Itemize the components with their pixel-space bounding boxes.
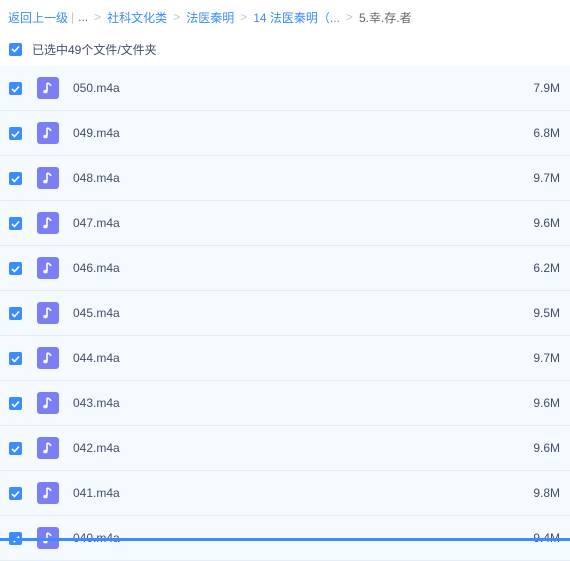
breadcrumb-current: 5.幸.存.者 <box>358 10 412 25</box>
check-icon <box>11 400 20 408</box>
file-name[interactable]: 046.m4a <box>73 261 120 275</box>
file-row[interactable]: 046.m4a 6.2M <box>0 246 570 291</box>
file-name[interactable]: 041.m4a <box>73 486 120 500</box>
check-icon <box>11 85 20 93</box>
file-size: 9.5M <box>533 306 560 320</box>
file-checkbox[interactable] <box>9 442 22 455</box>
select-all-checkbox[interactable] <box>9 42 22 56</box>
file-size: 7.9M <box>533 81 560 95</box>
breadcrumb-divider: | <box>71 10 75 24</box>
file-checkbox[interactable] <box>9 307 22 320</box>
back-link[interactable]: 返回上一级 <box>8 9 68 26</box>
breadcrumb-item[interactable]: 社科文化类 <box>107 9 167 26</box>
file-size: 6.2M <box>533 261 560 275</box>
file-name[interactable]: 044.m4a <box>73 351 120 365</box>
check-icon <box>11 310 20 318</box>
file-checkbox[interactable] <box>9 82 22 95</box>
file-name[interactable]: 050.m4a <box>73 81 120 95</box>
breadcrumb-item[interactable]: 法医秦明 <box>186 9 234 26</box>
check-icon <box>11 445 20 453</box>
audio-file-icon <box>37 302 59 324</box>
check-icon <box>11 490 20 498</box>
audio-file-icon <box>37 257 59 279</box>
select-all-bar: 已选中49个文件/文件夹 <box>0 34 570 64</box>
file-checkbox[interactable] <box>9 217 22 230</box>
file-size: 9.7M <box>533 171 560 185</box>
file-list: 050.m4a 7.9M 049.m4a 6.8M 048.m4a 9.7M 047.m4a… <box>0 66 570 561</box>
audio-file-icon <box>37 167 59 189</box>
check-icon <box>11 130 20 138</box>
chevron-right-icon: > <box>345 10 353 24</box>
audio-file-icon <box>37 437 59 459</box>
file-name[interactable]: 042.m4a <box>73 441 120 455</box>
check-icon <box>11 175 20 183</box>
file-checkbox[interactable] <box>9 352 22 365</box>
audio-file-icon <box>37 77 59 99</box>
file-name[interactable]: 045.m4a <box>73 306 120 320</box>
file-row[interactable]: 042.m4a 9.6M <box>0 426 570 471</box>
audio-file-icon <box>37 122 59 144</box>
breadcrumb-ellipsis[interactable]: ... <box>78 10 88 24</box>
file-row[interactable]: 049.m4a 6.8M <box>0 111 570 156</box>
file-checkbox[interactable] <box>9 487 22 500</box>
file-row[interactable]: 045.m4a 9.5M <box>0 291 570 336</box>
check-icon <box>11 355 20 363</box>
file-size: 9.6M <box>533 396 560 410</box>
selection-count-label: 已选中49个文件/文件夹 <box>32 42 157 57</box>
audio-file-icon <box>37 347 59 369</box>
file-checkbox[interactable] <box>9 397 22 410</box>
file-name[interactable]: 049.m4a <box>73 126 120 140</box>
file-row[interactable]: 041.m4a 9.8M <box>0 471 570 516</box>
file-row[interactable]: 044.m4a 9.7M <box>0 336 570 381</box>
audio-file-icon <box>37 212 59 234</box>
breadcrumb: 返回上一级 | ... > 社科文化类 > 法医秦明 > 14 法医秦明（...… <box>0 0 570 34</box>
file-checkbox[interactable] <box>9 172 22 185</box>
check-icon <box>11 265 20 273</box>
chevron-right-icon: > <box>94 10 102 24</box>
file-size: 9.6M <box>533 216 560 230</box>
file-name[interactable]: 048.m4a <box>73 171 120 185</box>
check-icon <box>11 45 20 53</box>
file-name[interactable]: 047.m4a <box>73 216 120 230</box>
breadcrumb-item[interactable]: 14 法医秦明（... <box>253 9 340 26</box>
chevron-right-icon: > <box>240 10 248 24</box>
file-row[interactable]: 048.m4a 9.7M <box>0 156 570 201</box>
file-checkbox[interactable] <box>9 262 22 275</box>
file-size: 9.6M <box>533 441 560 455</box>
audio-file-icon <box>37 392 59 414</box>
audio-file-icon <box>37 482 59 504</box>
file-name[interactable]: 043.m4a <box>73 396 120 410</box>
file-size: 9.8M <box>533 486 560 500</box>
file-row[interactable]: 043.m4a 9.6M <box>0 381 570 426</box>
check-icon <box>11 220 20 228</box>
file-row[interactable]: 050.m4a 7.9M <box>0 66 570 111</box>
file-checkbox[interactable] <box>9 127 22 140</box>
file-row[interactable]: 047.m4a 9.6M <box>0 201 570 246</box>
chevron-right-icon: > <box>173 10 181 24</box>
file-size: 9.7M <box>533 351 560 365</box>
file-size: 6.8M <box>533 126 560 140</box>
